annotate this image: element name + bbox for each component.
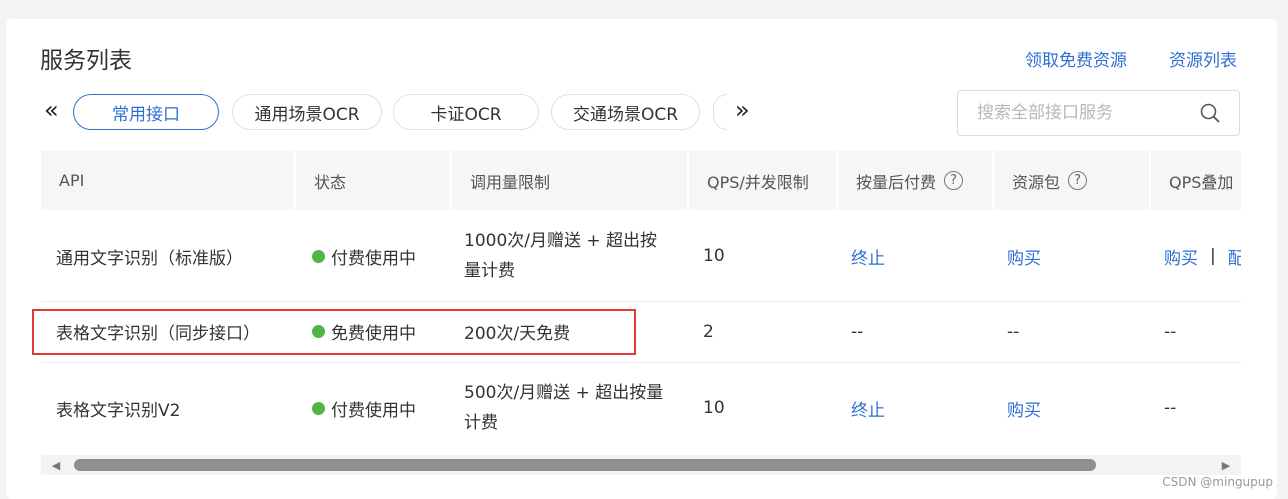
help-icon[interactable]: ? [944,171,964,190]
highlight-box [32,309,636,355]
terminate-link[interactable]: 终止 [851,363,885,453]
table-row: 表格文字识别V2 付费使用中 500次/月赠送 + 超出按量计费 10 终止 购… [41,363,1241,453]
status-text: 付费使用中 [331,248,416,269]
call-limit: 1000次/月赠送 + 超出按量计费 [464,231,658,281]
qps-addon-cell: 购买 | 配 [1164,211,1241,301]
search-icon[interactable] [1199,102,1221,124]
status-text: 付费使用中 [331,400,416,421]
scroll-right-icon[interactable]: ▶ [1216,455,1236,475]
search-box [957,90,1240,136]
col-payg-label: 按量后付费 [856,172,937,192]
col-call-limit: 调用量限制 [450,151,687,210]
scrollbar-thumb[interactable] [74,459,1096,471]
horizontal-scrollbar[interactable]: ◀ ▶ [41,455,1241,475]
tabs-next-icon[interactable]: » [735,98,750,122]
col-status: 状态 [294,151,450,210]
status-dot [312,401,325,415]
qps-addon-value: -- [1164,321,1177,342]
col-api: API [59,171,85,190]
divider: | [1210,246,1216,266]
buy-pack-link[interactable]: 购买 [1007,211,1041,301]
table-row: 通用文字识别（标准版） 付费使用中 1000次/月赠送 + 超出按量计费 10 … [41,211,1241,302]
tab-general-ocr[interactable]: 通用场景OCR [232,94,382,130]
get-free-resources-link[interactable]: 领取免费资源 [1025,46,1127,71]
qps-value: 10 [703,398,725,418]
qps-value: 2 [703,321,714,342]
tab-common-api[interactable]: 常用接口 [73,94,219,130]
tab-card-ocr[interactable]: 卡证OCR [393,94,539,130]
terminate-link[interactable]: 终止 [851,211,885,301]
resource-list-link[interactable]: 资源列表 [1169,46,1237,71]
scroll-left-icon[interactable]: ◀ [46,455,66,475]
buy-qps-link[interactable]: 购买 [1164,244,1198,269]
status-cell: 付费使用中 [312,211,416,301]
watermark: CSDN @mingupup [1162,475,1273,489]
col-resource-pack-label: 资源包 [1012,172,1061,192]
table-header: API 状态 调用量限制 QPS/并发限制 按量后付费 ? 资源包 ? QPS叠… [41,151,1241,210]
payg-value: -- [851,321,864,342]
tab-traffic-ocr[interactable]: 交通场景OCR [551,94,700,130]
pack-value: -- [1007,321,1020,342]
tabs-prev-icon[interactable]: « [44,98,59,122]
col-resource-pack: 资源包 ? [992,151,1149,210]
call-limit: 500次/月赠送 + 超出按量计费 [464,383,664,433]
search-input[interactable] [975,102,1199,124]
api-name: 通用文字识别（标准版） [56,248,243,269]
tab-next-partial[interactable] [713,94,727,130]
buy-pack-link[interactable]: 购买 [1007,363,1041,453]
config-qps-link[interactable]: 配 [1228,244,1241,269]
help-icon[interactable]: ? [1068,171,1088,190]
col-qps-addon: QPS叠加 [1149,151,1241,210]
qps-value: 10 [703,246,725,266]
col-payg: 按量后付费 ? [836,151,992,210]
api-table: API 状态 调用量限制 QPS/并发限制 按量后付费 ? 资源包 ? QPS叠… [41,151,1241,453]
status-cell: 付费使用中 [312,363,416,453]
col-qps-limit: QPS/并发限制 [687,151,836,210]
page-title: 服务列表 [40,48,132,74]
status-dot [312,249,325,263]
qps-addon-value: -- [1164,398,1177,418]
api-name: 表格文字识别V2 [56,400,181,421]
